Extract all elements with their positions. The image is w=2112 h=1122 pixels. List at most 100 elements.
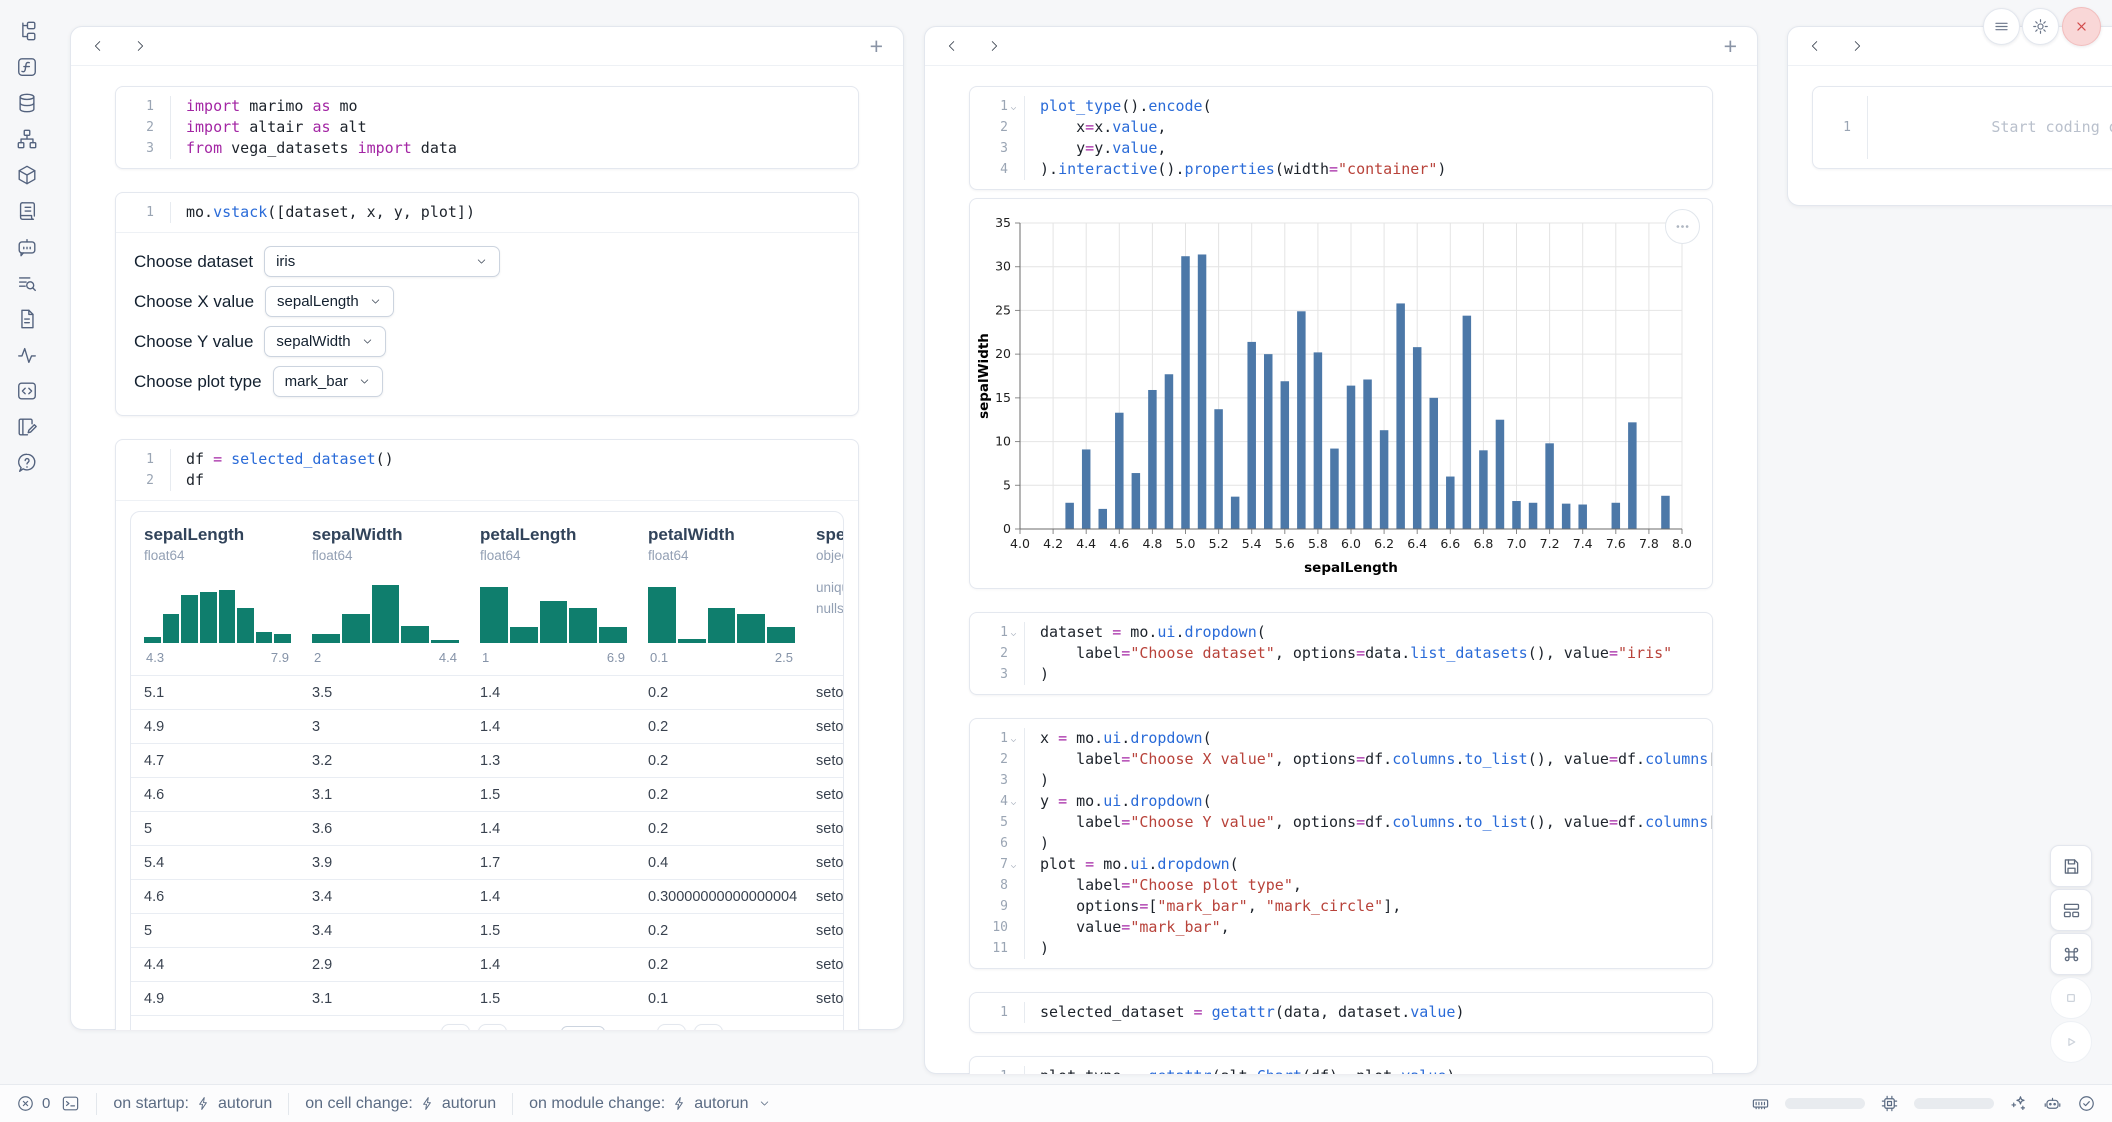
dataframe-table: sepalLengthfloat644.37.9sepalWidthfloat6… — [130, 511, 844, 1030]
table-row[interactable]: 4.931.40.2setosa — [131, 709, 843, 743]
fold-chevron-icon[interactable] — [1009, 628, 1020, 637]
scroll-right-button[interactable] — [987, 39, 1001, 53]
chart-options-button[interactable] — [1665, 209, 1700, 244]
notebook-icon[interactable] — [16, 416, 38, 438]
table-cell: 0.2 — [635, 787, 803, 803]
run-button[interactable] — [2050, 1021, 2092, 1063]
scroll-left-button[interactable] — [945, 39, 959, 53]
script-icon[interactable] — [16, 200, 38, 222]
help-icon[interactable] — [16, 452, 38, 474]
function-icon[interactable] — [16, 56, 38, 78]
sparkles-icon[interactable] — [2009, 1094, 2028, 1113]
bar-chart[interactable]: 4.04.24.44.64.85.05.25.45.65.86.06.26.46… — [974, 209, 1710, 586]
table-cell: setosa — [803, 719, 843, 735]
terminal-icon[interactable] — [61, 1094, 80, 1113]
runtime-setting-on-cell-change[interactable]: on cell change:autorun — [305, 1095, 496, 1113]
column-histogram — [480, 579, 627, 643]
scroll-left-button[interactable] — [91, 39, 105, 53]
table-row[interactable]: 4.93.11.50.1setosa — [131, 981, 843, 1015]
search-list-icon[interactable] — [16, 272, 38, 294]
code-snippet-icon[interactable] — [16, 380, 38, 402]
column-header-petalWidth[interactable]: petalWidthfloat640.12.5 — [635, 525, 803, 675]
fold-chevron-icon[interactable] — [1009, 797, 1020, 806]
dropdown-choose-dataset[interactable]: iris — [264, 246, 500, 277]
add-cell-button[interactable]: + — [1724, 35, 1737, 58]
code-line: 4).interactive().properties(width="conta… — [970, 159, 1712, 180]
code-editor[interactable]: 1plot_type().encode(2 x=x.value,3 y=y.va… — [970, 87, 1712, 189]
fold-chevron-icon[interactable] — [1009, 860, 1020, 869]
column-header-petalLength[interactable]: petalLengthfloat6416.9 — [467, 525, 635, 675]
document-icon[interactable] — [16, 308, 38, 330]
layout-toggle-button[interactable] — [2050, 889, 2092, 931]
code-editor[interactable]: 1 Start coding or generate with — [1813, 87, 2112, 168]
table-row[interactable]: 4.63.11.50.2setosa — [131, 777, 843, 811]
next-page-button[interactable]: › — [657, 1024, 686, 1030]
save-button[interactable] — [2050, 845, 2092, 887]
runtime-setting-on-startup[interactable]: on startup:autorun — [113, 1095, 272, 1113]
errors-icon[interactable] — [16, 1094, 35, 1113]
runtime-setting-on-module-change[interactable]: on module change:autorun — [529, 1095, 770, 1113]
page-select[interactable]: 1 — [561, 1026, 605, 1031]
column-histogram — [648, 579, 795, 643]
close-panel-button[interactable] — [2062, 7, 2101, 46]
line-number: 2 — [1000, 117, 1008, 138]
dropdown-choose-plot-type[interactable]: mark_bar — [273, 366, 383, 397]
code-line: 2import altair as alt — [116, 117, 858, 138]
activity-icon[interactable] — [16, 344, 38, 366]
download-button[interactable]: Download — [741, 1030, 831, 1031]
org-chart-icon[interactable] — [16, 128, 38, 150]
connection-status-icon[interactable] — [2077, 1094, 2096, 1113]
table-cell: 0.2 — [635, 753, 803, 769]
scroll-right-button[interactable] — [1850, 39, 1864, 53]
package-icon[interactable] — [16, 164, 38, 186]
code-editor[interactable]: 1import marimo as mo2import altair as al… — [116, 87, 858, 168]
table-row[interactable]: 5.13.51.40.2setosa — [131, 675, 843, 709]
fold-chevron-icon — [1009, 1008, 1020, 1017]
code-editor[interactable]: 1mo.vstack([dataset, x, y, plot]) — [116, 193, 858, 233]
settings-button[interactable] — [2022, 8, 2059, 45]
svg-text:7.0: 7.0 — [1507, 536, 1527, 551]
code-editor[interactable]: 1selected_dataset = getattr(data, datase… — [970, 993, 1712, 1032]
code-editor[interactable]: 1x = mo.ui.dropdown(2 label="Choose X va… — [970, 719, 1712, 968]
code-line: 2 label="Choose dataset", options=data.l… — [970, 643, 1712, 664]
chat-bot-icon[interactable] — [16, 236, 38, 258]
dropdown-value: iris — [276, 253, 295, 270]
svg-text:5.8: 5.8 — [1308, 536, 1328, 551]
table-row[interactable]: 4.63.41.40.30000000000000004setosa — [131, 879, 843, 913]
table-row[interactable]: 5.43.91.70.4setosa — [131, 845, 843, 879]
dropdown-choose-y-value[interactable]: sepalWidth — [264, 326, 385, 357]
stop-button[interactable] — [2050, 977, 2092, 1019]
svg-text:5.4: 5.4 — [1242, 536, 1262, 551]
svg-text:15: 15 — [995, 390, 1011, 405]
table-row[interactable]: 53.41.50.2setosa — [131, 913, 843, 947]
line-number: 1 — [1000, 1002, 1008, 1023]
code-editor[interactable]: 1df = selected_dataset()2df — [116, 440, 858, 501]
column-header-sepalLength[interactable]: sepalLengthfloat644.37.9 — [131, 525, 299, 675]
scroll-right-button[interactable] — [133, 39, 147, 53]
database-icon[interactable] — [16, 92, 38, 114]
code-editor[interactable]: 1plot_type = getattr(alt.Chart(df), plot… — [970, 1057, 1712, 1074]
table-row[interactable]: 4.73.21.30.2setosa — [131, 743, 843, 777]
prev-page-button[interactable]: ‹ — [478, 1024, 507, 1030]
last-page-button[interactable]: » — [694, 1024, 723, 1030]
ellipsis-icon — [1674, 218, 1691, 235]
scroll-left-button[interactable] — [1808, 39, 1822, 53]
first-page-button[interactable]: « — [441, 1024, 470, 1030]
fold-chevron-icon[interactable] — [1009, 734, 1020, 743]
shortcuts-button[interactable] — [2050, 933, 2092, 975]
table-row[interactable]: 53.61.40.2setosa — [131, 811, 843, 845]
code-editor[interactable]: 1dataset = mo.ui.dropdown(2 label="Choos… — [970, 613, 1712, 694]
table-cell: 3.1 — [299, 991, 467, 1007]
dropdown-choose-x-value[interactable]: sepalLength — [265, 286, 394, 317]
table-cell: 3.4 — [299, 923, 467, 939]
menu-button[interactable] — [1983, 8, 2020, 45]
fold-chevron-icon — [155, 455, 166, 464]
fold-chevron-icon[interactable] — [1009, 102, 1020, 111]
dropdown-value: mark_bar — [285, 373, 348, 390]
add-cell-button[interactable]: + — [870, 35, 883, 58]
file-tree-icon[interactable] — [16, 20, 38, 42]
ai-assistant-icon[interactable] — [2043, 1094, 2062, 1113]
table-row[interactable]: 4.42.91.40.2setosa — [131, 947, 843, 981]
column-header-sepalWidth[interactable]: sepalWidthfloat6424.4 — [299, 525, 467, 675]
column-header-species[interactable]: speciesobjectunique:nulls: — [803, 525, 843, 675]
